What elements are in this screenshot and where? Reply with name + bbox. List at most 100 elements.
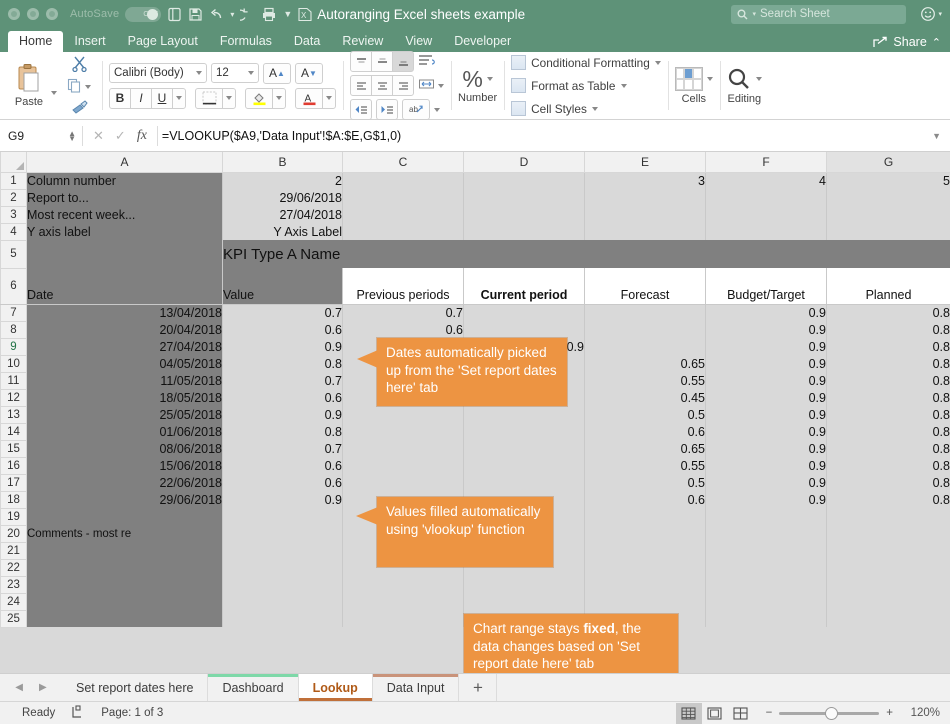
cell-g11[interactable]: 0.8 [826, 372, 950, 389]
view-normal-button[interactable] [675, 702, 702, 724]
cell-e10[interactable]: 0.65 [584, 355, 706, 372]
callout-chart-range[interactable]: Chart range stays fixed, the data change… [464, 614, 678, 673]
cell-c16[interactable] [342, 457, 464, 474]
cell-e20[interactable] [584, 525, 706, 542]
cell-f25[interactable] [705, 610, 827, 627]
zoom-level[interactable]: 120% [900, 707, 940, 719]
format-as-table-button[interactable]: Format as Table [511, 75, 661, 97]
row-header-8[interactable]: 8 [0, 320, 27, 339]
underline-button[interactable]: U [151, 87, 173, 109]
cell-c14[interactable] [342, 423, 464, 440]
cell-a5[interactable] [26, 240, 223, 268]
conditional-formatting-button[interactable]: Conditional Formatting [511, 52, 661, 74]
paste-dropdown-icon[interactable] [51, 90, 57, 95]
select-all-corner[interactable] [0, 152, 27, 173]
fill-color-button[interactable] [245, 87, 273, 109]
align-bottom-button[interactable] [392, 51, 414, 72]
cell-b7[interactable]: 0.7 [222, 304, 343, 321]
cell-g9[interactable]: 0.8 [826, 338, 950, 355]
cell-e13[interactable]: 0.5 [584, 406, 706, 423]
cell-e12[interactable]: 0.45 [584, 389, 706, 406]
sheet-next-icon[interactable]: ▶ [39, 682, 47, 693]
align-top-button[interactable] [350, 51, 372, 72]
cell-f20[interactable] [705, 525, 827, 542]
cell-g1[interactable]: 5 [826, 172, 950, 189]
cell-f22[interactable] [705, 559, 827, 576]
cell-d15[interactable] [463, 440, 585, 457]
sheet-tab-lookup[interactable]: Lookup [298, 674, 373, 701]
cell-e3[interactable] [584, 206, 706, 223]
cell-f14[interactable]: 0.9 [705, 423, 827, 440]
cell-styles-button[interactable]: Cell Styles [511, 98, 661, 120]
cell-b21[interactable] [222, 542, 343, 559]
sheet-tab-dashboard[interactable]: Dashboard [208, 674, 299, 701]
cell-a19[interactable] [26, 508, 223, 525]
cell-g16[interactable]: 0.8 [826, 457, 950, 474]
row-header-7[interactable]: 7 [0, 303, 27, 322]
cell-a24[interactable] [26, 593, 223, 610]
cell-f3[interactable] [705, 206, 827, 223]
cell-b10[interactable]: 0.8 [222, 355, 343, 372]
expand-formula-bar-icon[interactable]: ▼ [932, 131, 950, 141]
cell-c6[interactable]: Previous periods [342, 268, 464, 305]
wrap-text-button[interactable] [418, 53, 436, 71]
cell-c17[interactable] [342, 474, 464, 491]
cell-b11[interactable]: 0.7 [222, 372, 343, 389]
cell-b13[interactable]: 0.9 [222, 406, 343, 423]
confirm-entry-icon[interactable]: ✓ [115, 128, 126, 144]
cell-f8[interactable]: 0.9 [705, 321, 827, 338]
cell-e21[interactable] [584, 542, 706, 559]
format-painter-icon[interactable] [71, 99, 88, 117]
cell-b14[interactable]: 0.8 [222, 423, 343, 440]
cell-b19[interactable] [222, 508, 343, 525]
cell-g2[interactable] [826, 189, 950, 206]
cell-f12[interactable]: 0.9 [705, 389, 827, 406]
row-header-15[interactable]: 15 [0, 439, 27, 458]
cell-c13[interactable] [342, 406, 464, 423]
cell-a2[interactable]: Report to... [26, 189, 223, 206]
column-header-c[interactable]: C [342, 152, 464, 173]
redo-icon[interactable] [240, 7, 255, 22]
zoom-in-button[interactable]: + [886, 707, 893, 719]
cell-d2[interactable] [463, 189, 585, 206]
column-header-a[interactable]: A [26, 152, 223, 173]
cell-b6[interactable]: Value [222, 268, 343, 305]
sheet-tab-data-input[interactable]: Data Input [372, 674, 460, 701]
row-header-1[interactable]: 1 [0, 171, 27, 190]
cell-d1[interactable] [463, 172, 585, 189]
sheet-nav-arrows[interactable]: ◀ ▶ [0, 674, 62, 701]
cell-d6[interactable]: Current period [463, 268, 585, 305]
row-header-21[interactable]: 21 [0, 541, 27, 560]
cell-c7[interactable]: 0.7 [342, 304, 464, 321]
row-header-25[interactable]: 25 [0, 609, 27, 628]
row-header-23[interactable]: 23 [0, 575, 27, 594]
row-header-22[interactable]: 22 [0, 558, 27, 577]
sheet-tab-set-report-dates-here[interactable]: Set report dates here [62, 674, 209, 701]
cell-g25[interactable] [826, 610, 950, 627]
tab-home[interactable]: Home [8, 31, 64, 52]
cell-b2[interactable]: 29/06/2018 [222, 189, 343, 206]
cell-f13[interactable]: 0.9 [705, 406, 827, 423]
underline-dropdown-icon[interactable] [172, 87, 186, 109]
new-document-icon[interactable] [167, 7, 182, 22]
tab-data[interactable]: Data [283, 31, 331, 52]
cell-b24[interactable] [222, 593, 343, 610]
formula-input[interactable]: =VLOOKUP($A9,'Data Input'!$A:$E,G$1,0) [158, 129, 932, 143]
autosave-toggle[interactable]: OFF [125, 6, 162, 22]
callout-values[interactable]: Values filled automatically using 'vlook… [377, 497, 553, 567]
cell-g10[interactable]: 0.8 [826, 355, 950, 372]
cell-e14[interactable]: 0.6 [584, 423, 706, 440]
cell-d7[interactable] [463, 304, 585, 321]
undo-icon[interactable] [209, 7, 224, 22]
cell-f24[interactable] [705, 593, 827, 610]
cell-g7[interactable]: 0.8 [826, 304, 950, 321]
cell-a6[interactable]: Date [26, 268, 223, 305]
row-header-16[interactable]: 16 [0, 456, 27, 475]
cell-e23[interactable] [584, 576, 706, 593]
cell-g21[interactable] [826, 542, 950, 559]
cell-f19[interactable] [705, 508, 827, 525]
font-name-select[interactable]: Calibri (Body) [109, 63, 207, 83]
row-header-3[interactable]: 3 [0, 205, 27, 224]
fill-color-dropdown-icon[interactable] [272, 87, 286, 109]
search-sheet-input[interactable]: ▾ Search Sheet [731, 4, 907, 24]
